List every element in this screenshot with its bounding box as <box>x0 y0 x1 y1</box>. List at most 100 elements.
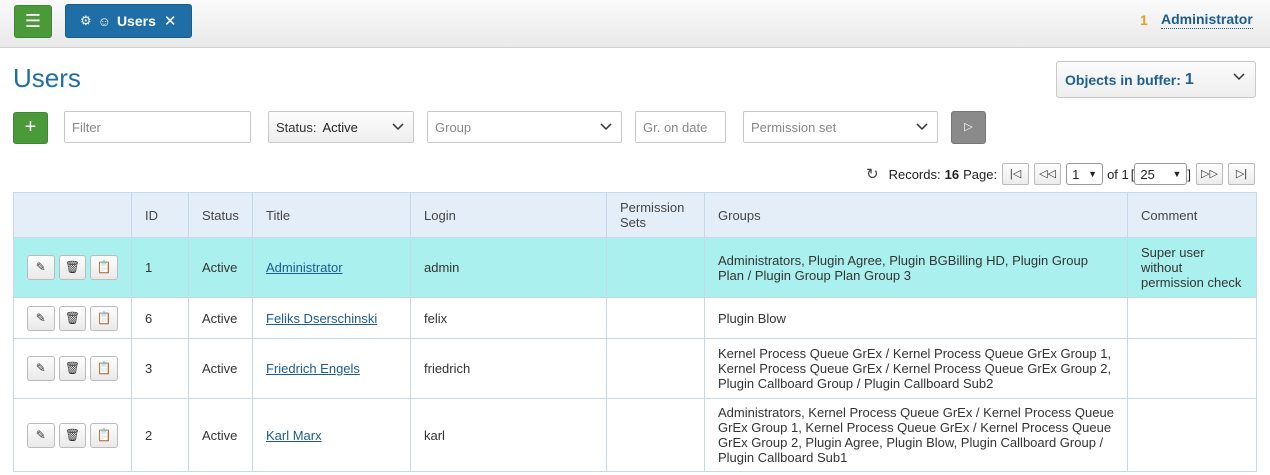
user-icon: ☺ <box>97 13 111 29</box>
chevron-down-icon: ▼ <box>1088 169 1098 179</box>
delete-button[interactable]: 🗑 <box>58 356 87 381</box>
chevron-down-icon <box>391 120 405 137</box>
trash-icon: 🗑 <box>64 427 81 442</box>
group-placeholder: Group <box>435 119 472 135</box>
cell-groups: Administrators, Kernel Process Queue GrE… <box>704 398 1128 472</box>
cell-login: karl <box>410 398 607 472</box>
status-value: Active <box>322 119 358 135</box>
cell-permission-sets <box>606 398 705 472</box>
user-title-link[interactable]: Friedrich Engels <box>266 361 360 376</box>
delete-button[interactable]: 🗑 <box>58 255 87 280</box>
page-size-value: 25 <box>1140 166 1155 182</box>
cell-comment: Super user without permission check <box>1127 237 1257 298</box>
buffer-count: 1 <box>1184 70 1194 88</box>
cell-groups: Plugin Blow <box>704 297 1128 339</box>
cell-title: Friedrich Engels <box>252 338 411 399</box>
edit-button[interactable]: ✎ <box>27 305 55 331</box>
column-header[interactable]: Login <box>410 192 607 238</box>
filter-input[interactable]: Filter <box>64 111 251 143</box>
column-header[interactable]: ID <box>131 192 189 238</box>
column-header[interactable]: Status <box>188 192 253 238</box>
group-select[interactable]: Group <box>427 111 622 143</box>
pencil-icon: ✎ <box>35 361 46 375</box>
edit-button[interactable]: ✎ <box>27 255 55 280</box>
clipboard-icon: 📋 <box>96 427 112 442</box>
edit-button[interactable]: ✎ <box>27 422 55 448</box>
cell-comment <box>1127 398 1257 472</box>
message-count-badge[interactable]: 1 <box>1140 12 1148 28</box>
table-row[interactable]: ✎ 🗑 📋 6 Active Feliks Dserschinski felix… <box>13 297 1257 339</box>
column-header[interactable]: Permission Sets <box>606 192 705 238</box>
clipboard-icon: 📋 <box>96 260 112 274</box>
refresh-icon[interactable]: ↻ <box>866 165 879 183</box>
table-row[interactable]: ✎ 🗑 📋 2 Active Karl Marx karl Administra… <box>13 398 1257 472</box>
user-title-link[interactable]: Administrator <box>266 260 343 275</box>
row-actions: ✎ 🗑 📋 <box>13 237 132 298</box>
table-row[interactable]: ✎ 🗑 📋 1 Active Administrator admin Admin… <box>13 237 1257 298</box>
tab-users-label: Users <box>116 13 156 29</box>
user-title-link[interactable]: Feliks Dserschinski <box>266 311 377 326</box>
copy-to-buffer-button[interactable]: 📋 <box>90 305 119 331</box>
copy-to-buffer-button[interactable]: 📋 <box>90 422 119 448</box>
column-header[interactable]: Groups <box>704 192 1128 238</box>
main-menu-button[interactable]: ☰ <box>14 5 52 38</box>
cell-id: 3 <box>131 338 189 399</box>
cell-status: Active <box>188 398 253 472</box>
cell-comment <box>1127 338 1257 399</box>
clipboard-icon: 📋 <box>96 310 112 325</box>
cell-groups: Administrators, Plugin Agree, Plugin BGB… <box>704 237 1128 298</box>
users-table: ID Status Title Login Permission Sets Gr… <box>13 192 1257 472</box>
last-page-button[interactable]: ▷| <box>1228 163 1255 185</box>
hamburger-icon: ☰ <box>24 11 42 31</box>
delete-button[interactable]: 🗑 <box>58 422 87 448</box>
permission-set-placeholder: Permission set <box>751 119 837 135</box>
delete-button[interactable]: 🗑 <box>58 305 87 331</box>
permission-set-select[interactable]: Permission set <box>743 111 938 143</box>
cell-login: felix <box>410 297 607 339</box>
cell-status: Active <box>188 297 253 339</box>
records-label: Records: <box>888 166 941 182</box>
user-title-link[interactable]: Karl Marx <box>266 428 322 443</box>
cell-comment <box>1127 297 1257 339</box>
page-of-label: of 1 <box>1107 166 1129 182</box>
cell-id: 1 <box>131 237 189 298</box>
cell-id: 2 <box>131 398 189 472</box>
cell-title: Administrator <box>252 237 411 298</box>
page-label: Page: <box>963 166 998 182</box>
copy-to-buffer-button[interactable]: 📋 <box>90 356 119 381</box>
page-select[interactable]: 1 ▼ <box>1066 163 1104 185</box>
first-page-button[interactable]: |◁ <box>1002 163 1030 185</box>
copy-to-buffer-button[interactable]: 📋 <box>90 255 119 280</box>
cell-id: 6 <box>131 297 189 339</box>
pencil-icon: ✎ <box>35 427 46 442</box>
chevron-down-icon: ▼ <box>1172 169 1182 179</box>
close-icon[interactable]: ✕ <box>164 12 177 30</box>
current-user-link[interactable]: Administrator <box>1161 11 1253 29</box>
edit-button[interactable]: ✎ <box>27 356 55 381</box>
tab-users[interactable]: ⚙ ☺ Users ✕ <box>65 4 192 38</box>
add-user-button[interactable]: + <box>13 112 48 144</box>
table-row[interactable]: ✎ 🗑 📋 3 Active Friedrich Engels friedric… <box>13 338 1257 399</box>
cell-permission-sets <box>606 297 705 339</box>
pencil-icon: ✎ <box>35 310 46 325</box>
objects-buffer-dropdown[interactable]: Objects in buffer: 1 <box>1056 61 1256 98</box>
buffer-label: Objects in buffer: <box>1065 71 1181 88</box>
page-size-select[interactable]: 25 ▼ <box>1134 163 1188 185</box>
group-date-input[interactable]: Gr. on date <box>635 111 726 143</box>
column-header[interactable]: Comment <box>1127 192 1257 238</box>
status-select[interactable]: Status: Active <box>268 111 414 143</box>
next-page-button[interactable]: ▷▷ <box>1196 163 1223 185</box>
prev-page-button[interactable]: ◁◁ <box>1034 163 1062 185</box>
cell-title: Karl Marx <box>252 398 411 472</box>
cell-login: friedrich <box>410 338 607 399</box>
filter-placeholder: Filter <box>72 119 101 135</box>
column-header[interactable]: Title <box>252 192 411 238</box>
row-actions: ✎ 🗑 📋 <box>13 297 132 339</box>
pagination-bar: ↻ Records: 16 Page: |◁ ◁◁ 1 ▼ of 1 [ 25 … <box>866 162 1255 186</box>
pencil-icon: ✎ <box>35 260 46 274</box>
page-value: 1 <box>1072 166 1080 182</box>
chevron-down-icon <box>599 120 613 137</box>
top-bar: ☰ ⚙ ☺ Users ✕ 1 Administrator <box>0 0 1270 48</box>
apply-filter-button[interactable]: ▷ <box>951 111 986 144</box>
plus-icon: + <box>24 116 37 138</box>
